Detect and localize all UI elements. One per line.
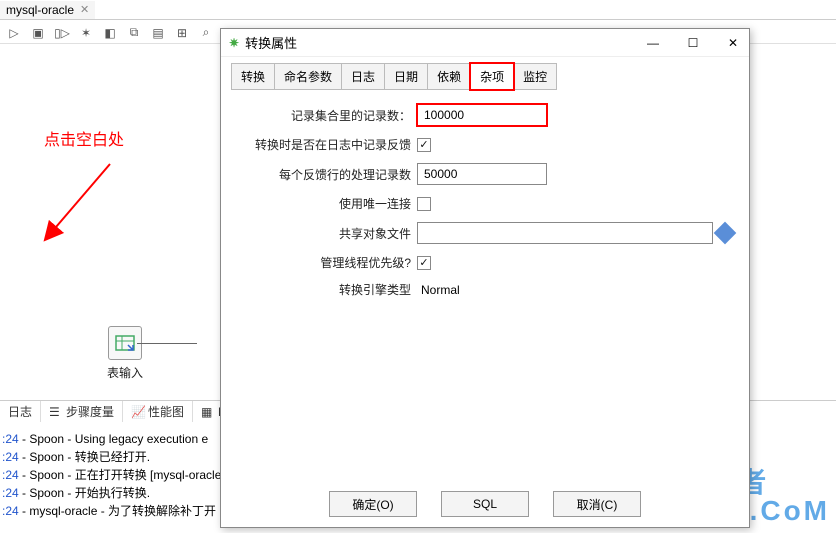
label-log-feedback: 转换时是否在日志中记录反馈	[237, 136, 417, 153]
transformation-properties-dialog: ✷ 转换属性 — ☐ ✕ 转换 命名参数 日志 日期 依赖 杂项 监控 记录集合…	[220, 28, 750, 528]
sql-button[interactable]: SQL	[441, 491, 529, 517]
tab-log[interactable]: 日志	[0, 401, 41, 422]
chart-icon: 📈	[131, 405, 145, 419]
maximize-button[interactable]: ☐	[685, 35, 701, 51]
cancel-button[interactable]: 取消(C)	[553, 491, 641, 517]
editor-tab-label: mysql-oracle	[6, 3, 74, 17]
label-engine-type: 转换引擎类型	[237, 281, 417, 298]
hop-line	[137, 343, 197, 344]
label-rowset-size: 记录集合里的记录数：	[237, 107, 417, 124]
dialog-title: 转换属性	[245, 33, 297, 52]
ok-button[interactable]: 确定(O)	[329, 491, 417, 517]
app-icon: ✷	[229, 36, 239, 50]
label-shared-file: 共享对象文件	[237, 225, 417, 242]
tab-dependencies[interactable]: 依赖	[427, 63, 471, 90]
dialog-tabs: 转换 命名参数 日志 日期 依赖 杂项 监控	[221, 57, 749, 90]
checkbox-thread-priority[interactable]: ✓	[417, 256, 431, 270]
list-icon: ☰	[49, 405, 63, 419]
grid-icon: ▦	[201, 405, 215, 419]
pause-icon[interactable]: ▣	[30, 25, 46, 41]
editor-tabbar: mysql-oracle ✕	[0, 0, 836, 20]
tab-transform[interactable]: 转换	[231, 63, 275, 90]
tab-parameters[interactable]: 命名参数	[274, 63, 342, 90]
tab-dates[interactable]: 日期	[384, 63, 428, 90]
step-label: 表输入	[100, 364, 150, 381]
checkbox-unique-connection[interactable]	[417, 197, 431, 211]
value-engine-type[interactable]: Normal	[417, 283, 460, 297]
tab-misc[interactable]: 杂项	[470, 63, 514, 90]
label-unique-connection: 使用唯一连接	[237, 195, 417, 212]
arrow-annotation	[30, 154, 120, 254]
label-thread-priority: 管理线程优先级?	[237, 254, 417, 271]
layout-icon[interactable]: ⊞	[174, 25, 190, 41]
preview-icon[interactable]: ◧	[102, 25, 118, 41]
debug-icon[interactable]: ✶	[78, 25, 94, 41]
dialog-button-bar: 确定(O) SQL 取消(C)	[221, 491, 749, 517]
tab-monitoring[interactable]: 监控	[513, 63, 557, 90]
db-icon[interactable]: ▤	[150, 25, 166, 41]
stop-icon[interactable]: ▯▷	[54, 25, 70, 41]
tab-logging[interactable]: 日志	[341, 63, 385, 90]
variable-picker-icon[interactable]	[714, 222, 737, 245]
minimize-button[interactable]: —	[645, 35, 661, 51]
workspace: mysql-oracle ✕ ▷ ▣ ▯▷ ✶ ◧ ⧉ ▤ ⊞ ⌕ 100% 点…	[0, 0, 836, 533]
search-icon[interactable]: ⌕	[198, 25, 214, 41]
input-shared-file[interactable]	[417, 222, 713, 244]
step-table-input[interactable]: 表输入	[100, 326, 150, 381]
input-rowset-size[interactable]	[417, 104, 547, 126]
close-icon[interactable]: ✕	[80, 3, 89, 16]
tab-step-metrics[interactable]: ☰步骤度量	[41, 401, 123, 422]
tab-performance[interactable]: 📈性能图	[123, 401, 193, 422]
checkbox-log-feedback[interactable]: ✓	[417, 138, 431, 152]
dialog-titlebar[interactable]: ✷ 转换属性 — ☐ ✕	[221, 29, 749, 57]
editor-tab-mysql-oracle[interactable]: mysql-oracle ✕	[0, 1, 95, 19]
check-icon[interactable]: ⧉	[126, 25, 142, 41]
close-button[interactable]: ✕	[725, 35, 741, 51]
hint-annotation: 点击空白处	[44, 126, 124, 150]
dialog-body: 记录集合里的记录数： 转换时是否在日志中记录反馈 ✓ 每个反馈行的处理记录数 使…	[221, 90, 749, 318]
input-feedback-size[interactable]	[417, 163, 547, 185]
run-icon[interactable]: ▷	[6, 25, 22, 41]
label-feedback-size: 每个反馈行的处理记录数	[237, 166, 417, 183]
